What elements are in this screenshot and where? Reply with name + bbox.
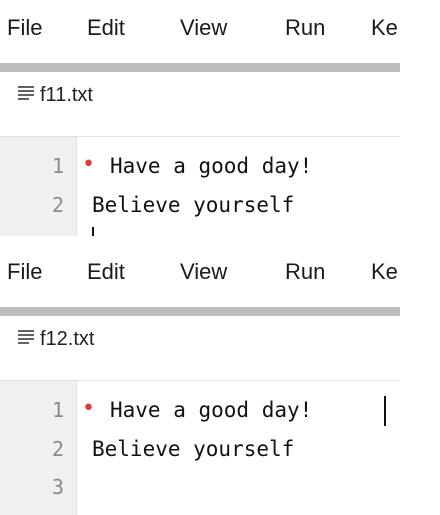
line-text: Believe yourself bbox=[92, 437, 295, 461]
file-tab[interactable]: f12.txt bbox=[0, 316, 400, 380]
text-cursor bbox=[384, 396, 386, 426]
menu-file[interactable]: File bbox=[7, 259, 42, 285]
line-number: 1 bbox=[51, 398, 64, 422]
editor-line[interactable]: 2 Believe yourself bbox=[0, 433, 400, 465]
editor-window-1: File Edit View Run Ke f11.txt 1 • Have a… bbox=[0, 0, 400, 236]
line-number: 1 bbox=[51, 154, 64, 178]
line-text: Have a good day! bbox=[110, 154, 313, 178]
editor-window-2: File Edit View Run Ke f12.txt 1 • Have a… bbox=[0, 244, 400, 515]
modified-marker-icon: • bbox=[82, 152, 95, 177]
separator bbox=[0, 236, 440, 244]
line-number: 2 bbox=[51, 437, 64, 461]
menu-kernel[interactable]: Ke bbox=[371, 259, 398, 285]
text-editor[interactable]: 1 • Have a good day! 2 Believe yourself … bbox=[0, 380, 400, 515]
menu-edit[interactable]: Edit bbox=[87, 15, 125, 41]
file-tab[interactable]: f11.txt bbox=[0, 72, 400, 136]
text-editor[interactable]: 1 • Have a good day! 2 Believe yourself bbox=[0, 136, 400, 236]
editor-line[interactable]: 2 Believe yourself bbox=[0, 189, 400, 221]
editor-line[interactable]: 1 • Have a good day! bbox=[0, 150, 400, 182]
menu-view[interactable]: View bbox=[180, 259, 227, 285]
line-text: Have a good day! bbox=[110, 398, 313, 422]
menu-view[interactable]: View bbox=[180, 15, 227, 41]
menu-run[interactable]: Run bbox=[285, 259, 325, 285]
line-number: 3 bbox=[51, 475, 64, 499]
tab-filename: f11.txt bbox=[40, 84, 93, 106]
modified-marker-icon: • bbox=[82, 396, 95, 421]
menu-bar: File Edit View Run Ke bbox=[0, 244, 400, 300]
text-file-icon bbox=[18, 330, 34, 344]
tab-filename: f12.txt bbox=[40, 328, 95, 350]
editor-line[interactable]: 1 • Have a good day! bbox=[0, 394, 400, 426]
editor-line[interactable]: 3 bbox=[0, 471, 400, 503]
text-file-icon bbox=[18, 86, 34, 100]
line-number: 2 bbox=[51, 193, 64, 217]
menu-kernel[interactable]: Ke bbox=[371, 15, 398, 41]
menu-edit[interactable]: Edit bbox=[87, 259, 125, 285]
menu-file[interactable]: File bbox=[7, 15, 42, 41]
text-cursor bbox=[92, 227, 94, 236]
line-text: Believe yourself bbox=[92, 193, 295, 217]
menu-run[interactable]: Run bbox=[285, 15, 325, 41]
menu-bar: File Edit View Run Ke bbox=[0, 0, 400, 56]
tab-strip bbox=[0, 63, 400, 72]
tab-strip bbox=[0, 307, 400, 316]
